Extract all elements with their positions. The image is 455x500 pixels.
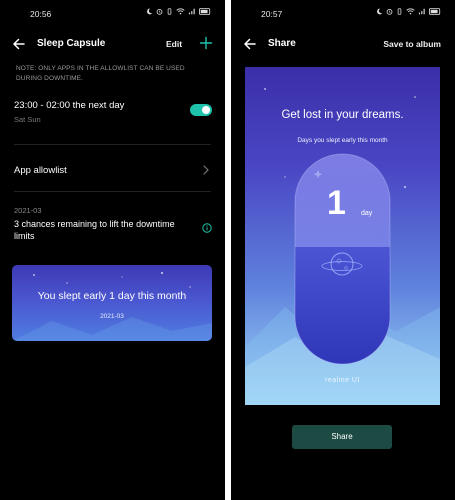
app-bar: Sleep Capsule Edit (0, 34, 225, 56)
status-icons (146, 8, 211, 15)
share-heading: Get lost in your dreams. (281, 109, 404, 121)
battery-icon (429, 8, 441, 15)
days-count: 1 (327, 184, 346, 222)
schedule-toggle[interactable] (190, 104, 212, 116)
share-button[interactable]: Share (292, 425, 392, 449)
page-title: Sleep Capsule (37, 38, 106, 49)
wifi-icon (406, 8, 415, 15)
divider (14, 144, 211, 145)
alarm-icon (386, 8, 393, 15)
vibrate-icon (167, 8, 172, 15)
share-subheading: Days you slept early this month (297, 137, 388, 144)
chances-remaining-text: 3 chances remaining to lift the downtime… (14, 219, 175, 241)
wifi-icon (176, 8, 185, 15)
schedule-days: Sat Sun (14, 115, 41, 124)
add-icon[interactable] (199, 36, 213, 50)
sleep-capsule-screen: 20:56 Sleep Capsule Edit NOTE: ONLY APPS… (0, 0, 225, 500)
status-time: 20:56 (30, 9, 52, 19)
status-time: 20:57 (261, 9, 283, 19)
summary-text: You slept early 1 day this month (37, 290, 187, 302)
alarm-icon (156, 8, 163, 15)
status-bar: 20:56 (0, 8, 225, 22)
moon-icon (377, 8, 383, 15)
page-title: Share (268, 38, 296, 49)
moon-icon (147, 8, 153, 15)
chevron-right-icon[interactable] (203, 165, 209, 175)
app-allowlist-item[interactable]: App allowlist (14, 165, 67, 176)
share-image-card: Get lost in your dreams. Days you slept … (245, 67, 440, 405)
stars-decoration (12, 272, 212, 341)
save-to-album-button[interactable]: Save to album (383, 39, 441, 49)
status-bar: 20:57 (231, 8, 455, 22)
back-arrow-icon[interactable] (12, 37, 26, 51)
toggle-knob (202, 106, 210, 114)
sleep-summary-card[interactable]: You slept early 1 day this month 2021-03 (12, 265, 212, 341)
back-arrow-icon[interactable] (243, 37, 257, 51)
signal-icon (188, 8, 195, 15)
signal-icon (418, 8, 425, 15)
app-bar: Share Save to album (231, 34, 455, 56)
allowlist-notice: NOTE: ONLY APPS IN THE ALLOWLIST CAN BE … (16, 65, 185, 82)
info-icon[interactable] (202, 223, 212, 233)
edit-button[interactable]: Edit (166, 39, 182, 49)
summary-date: 2021-03 (100, 313, 124, 320)
share-screen: 20:57 Share Save to album Get lost in yo… (231, 0, 455, 500)
status-icons (376, 8, 441, 15)
month-label: 2021-03 (14, 206, 42, 215)
days-unit: day (361, 210, 373, 217)
divider (14, 191, 211, 192)
vibrate-icon (397, 8, 402, 15)
battery-icon (199, 8, 211, 15)
brand-logo: realme UI (325, 377, 360, 384)
schedule-time[interactable]: 23:00 - 02:00 the next day (14, 100, 124, 111)
